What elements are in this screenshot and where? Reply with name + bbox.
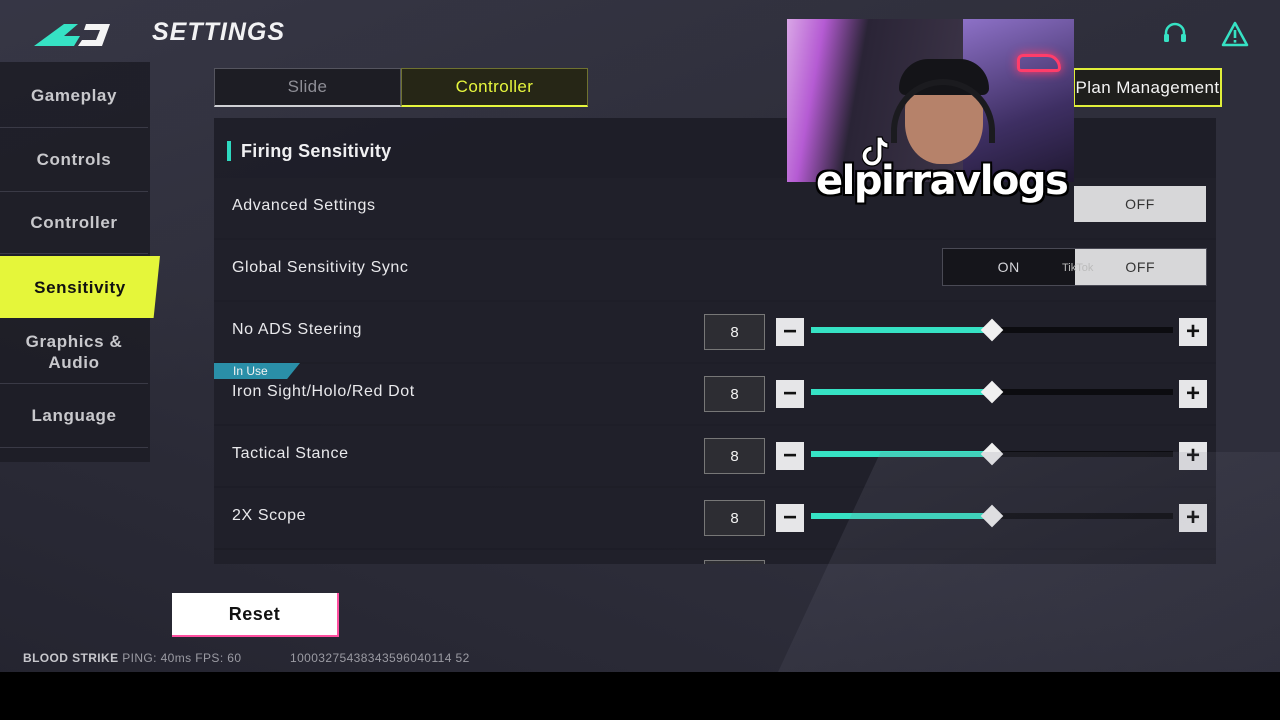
in-use-badge: In Use: [214, 363, 300, 379]
plan-management-button[interactable]: Plan Management: [1073, 68, 1222, 107]
toggle-off-option[interactable]: OFF: [1074, 249, 1206, 285]
sensitivity-slider[interactable]: [811, 380, 1173, 404]
tiktok-watermark: TikTok: [1062, 262, 1094, 274]
sidebar-item-controller[interactable]: Controller: [0, 192, 148, 254]
slider-row: Iron Sight/Holo/Red Dot 8 − +: [214, 364, 1216, 424]
toggle-off-option[interactable]: OFF: [1074, 186, 1206, 222]
slider-row-partial: [214, 550, 1216, 564]
sidebar-item-controls[interactable]: Controls: [0, 128, 148, 192]
setting-label: Advanced Settings: [232, 197, 376, 214]
letterbox-bar: [0, 672, 1280, 720]
value-box[interactable]: 8: [704, 314, 765, 350]
slider-row: No ADS Steering 8 − +: [214, 302, 1216, 362]
tab-slide[interactable]: Slide: [214, 68, 401, 107]
plus-icon[interactable]: +: [1179, 318, 1207, 346]
slider-knob[interactable]: [980, 442, 1004, 466]
setting-label: Tactical Stance: [232, 445, 349, 462]
sensitivity-slider[interactable]: [811, 442, 1173, 466]
game-screen: SETTINGS Gameplay Controls Controller Se…: [0, 0, 1280, 672]
sidebar-item-language[interactable]: Language: [0, 384, 148, 448]
blood-strike-logo: [34, 24, 110, 46]
value-box[interactable]: 8: [704, 376, 765, 412]
page-title: SETTINGS: [152, 18, 286, 46]
minus-icon[interactable]: −: [776, 380, 804, 408]
setting-label: No ADS Steering: [232, 321, 362, 338]
slider-fill: [811, 513, 992, 519]
slider-knob[interactable]: [980, 318, 1004, 342]
streamer-watermark: elpirravlogs: [816, 158, 1069, 204]
slider-row: 2X Scope 8 − +: [214, 488, 1216, 548]
sidebar-item-sensitivity[interactable]: Sensitivity: [0, 256, 160, 318]
warning-icon[interactable]: [1221, 20, 1249, 48]
slider-fill: [811, 327, 992, 333]
footer-game-name: BLOOD STRIKE: [23, 651, 119, 665]
footer-status: BLOOD STRIKE PING: 40ms FPS: 60: [23, 651, 241, 665]
value-box[interactable]: 8: [704, 500, 765, 536]
slider-fill: [811, 451, 992, 457]
plus-icon[interactable]: +: [1179, 442, 1207, 470]
tab-bar: Slide Controller: [214, 68, 588, 107]
footer-stats: PING: 40ms FPS: 60: [122, 651, 242, 665]
value-box[interactable]: [704, 560, 765, 564]
sidebar-item-graphics-audio[interactable]: Graphics & Audio: [0, 320, 148, 384]
sensitivity-slider[interactable]: [811, 504, 1173, 528]
toggle-on-option[interactable]: ON: [943, 249, 1075, 285]
setting-label: Global Sensitivity Sync: [232, 259, 409, 276]
footer-id: 10003275438343596040114 52: [290, 651, 470, 665]
minus-icon[interactable]: −: [776, 318, 804, 346]
headset-icon[interactable]: [1161, 20, 1189, 48]
section-title: Firing Sensitivity: [227, 141, 391, 161]
sidebar-item-gameplay[interactable]: Gameplay: [0, 64, 148, 128]
slider-knob[interactable]: [980, 504, 1004, 528]
plus-icon[interactable]: +: [1179, 504, 1207, 532]
setting-label: Iron Sight/Holo/Red Dot: [232, 383, 415, 400]
plus-icon[interactable]: +: [1179, 380, 1207, 408]
tab-controller[interactable]: Controller: [401, 68, 588, 107]
slider-fill: [811, 389, 992, 395]
setting-label: 2X Scope: [232, 507, 307, 524]
sensitivity-slider[interactable]: [811, 318, 1173, 342]
value-box[interactable]: 8: [704, 438, 765, 474]
minus-icon[interactable]: −: [776, 504, 804, 532]
reset-button[interactable]: Reset: [172, 593, 339, 637]
minus-icon[interactable]: −: [776, 442, 804, 470]
neon-sign: [1017, 54, 1061, 72]
slider-row: Tactical Stance 8 − +: [214, 426, 1216, 486]
slider-knob[interactable]: [980, 380, 1004, 404]
